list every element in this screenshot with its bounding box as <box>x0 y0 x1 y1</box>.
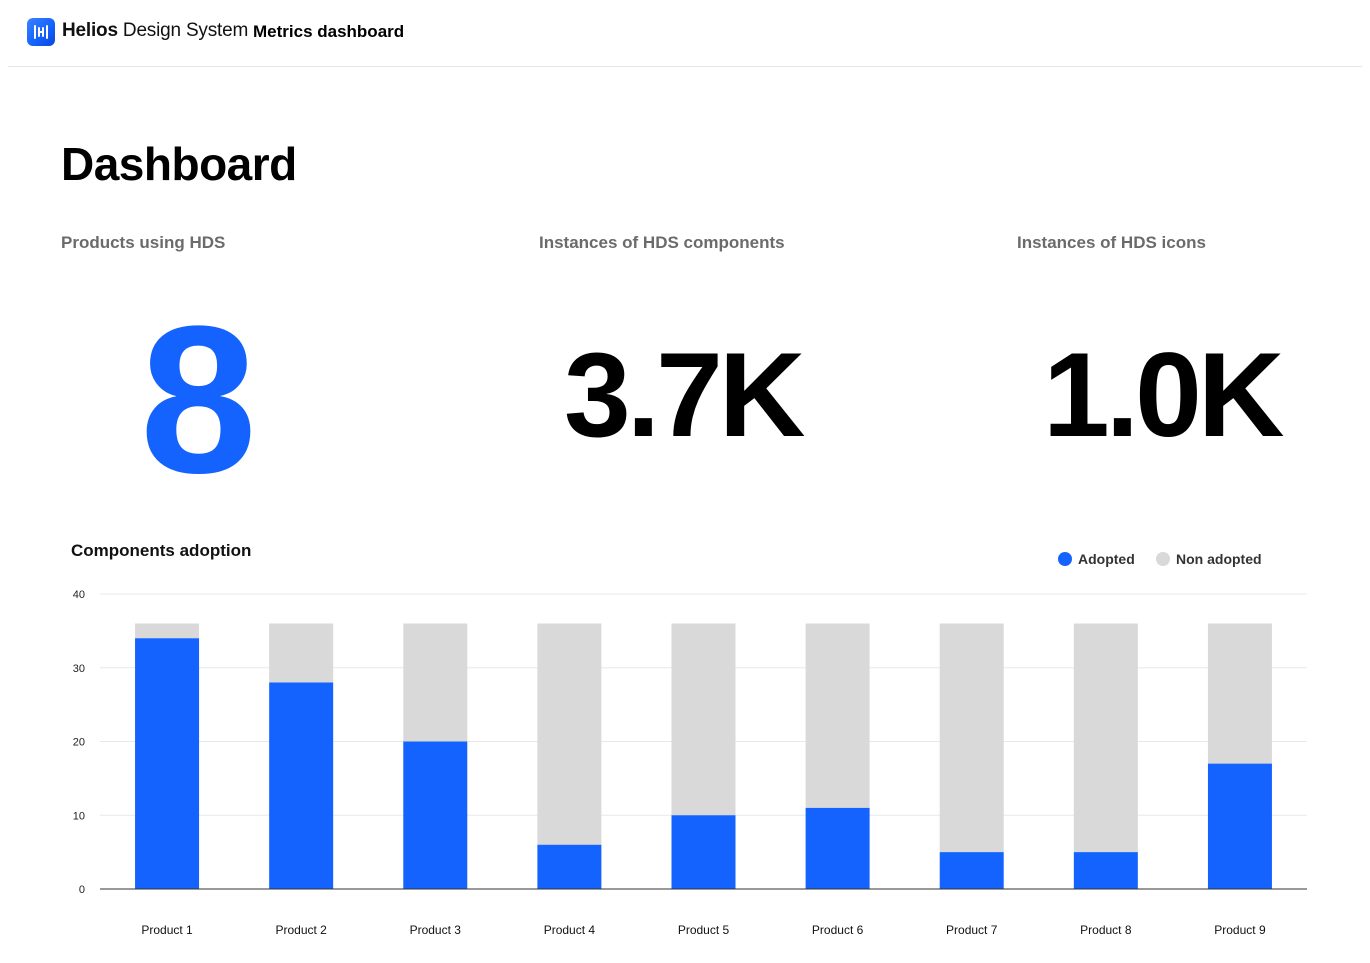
bar-adopted <box>135 638 200 889</box>
bar-adopted <box>939 852 1004 889</box>
bar-non-adopted <box>135 623 200 639</box>
app-subtitle: Metrics dashboard <box>253 22 405 41</box>
bar-non-adopted <box>1073 623 1138 853</box>
legend-item-adopted[interactable]: Adopted <box>1058 551 1135 567</box>
components-adoption-chart: 0 10 20 30 40 Product 1 Product 2 Product 3 Prod… <box>73 589 1307 937</box>
bar-non-adopted <box>269 623 334 683</box>
brand-light: Design System <box>122 20 249 41</box>
metric-label-components: Instances of HDS components <box>539 233 785 252</box>
brand-bold: Helios <box>62 20 118 41</box>
x-tick-label: Product 5 <box>678 923 730 937</box>
bar-non-adopted <box>403 623 468 742</box>
x-tick-label: Product 7 <box>946 923 998 937</box>
bar-adopted <box>403 741 468 889</box>
metric-value-products: 8 <box>140 282 257 517</box>
bar-adopted <box>1073 852 1138 889</box>
metric-label-products: Products using HDS <box>61 233 226 252</box>
brand-name[interactable]: Helios Design System <box>62 20 248 42</box>
x-tick-label: Product 8 <box>1080 923 1132 937</box>
y-tick-label: 30 <box>73 663 85 675</box>
helios-logo-icon[interactable] <box>27 18 55 46</box>
bar-non-adopted <box>671 623 736 816</box>
legend-label-adopted: Adopted <box>1078 551 1135 567</box>
y-tick-label: 40 <box>73 589 85 601</box>
x-tick-label: Product 2 <box>275 923 327 937</box>
bar-adopted <box>671 815 736 889</box>
metric-value-icons: 1.0K <box>1043 328 1284 462</box>
top-bar: Helios Design System Metrics dashboard <box>8 0 1362 67</box>
y-tick-label: 20 <box>73 737 85 749</box>
legend-dot-adopted-icon <box>1058 552 1072 566</box>
bar-non-adopted <box>939 623 1004 853</box>
x-tick-label: Product 6 <box>812 923 864 937</box>
bar-non-adopted <box>805 623 870 808</box>
page-title: Dashboard <box>61 138 297 190</box>
y-tick-label: 0 <box>79 884 85 896</box>
legend-item-non-adopted[interactable]: Non adopted <box>1156 551 1262 567</box>
bar-adopted <box>805 807 870 889</box>
metric-value-components: 3.7K <box>564 328 805 462</box>
bar-adopted <box>1207 763 1272 889</box>
x-tick-label: Product 3 <box>410 923 462 937</box>
chart-title: Components adoption <box>71 541 252 560</box>
bar-non-adopted <box>1207 623 1272 764</box>
legend-label-non-adopted: Non adopted <box>1176 551 1262 567</box>
x-tick-label: Product 9 <box>1214 923 1266 937</box>
bar-adopted <box>269 682 334 889</box>
metric-label-icons: Instances of HDS icons <box>1017 233 1206 252</box>
x-tick-label: Product 1 <box>141 923 193 937</box>
x-tick-label: Product 4 <box>544 923 596 937</box>
y-tick-label: 10 <box>73 810 85 822</box>
bar-adopted <box>537 844 602 889</box>
bar-non-adopted <box>537 623 602 845</box>
legend-dot-non-adopted-icon <box>1156 552 1170 566</box>
